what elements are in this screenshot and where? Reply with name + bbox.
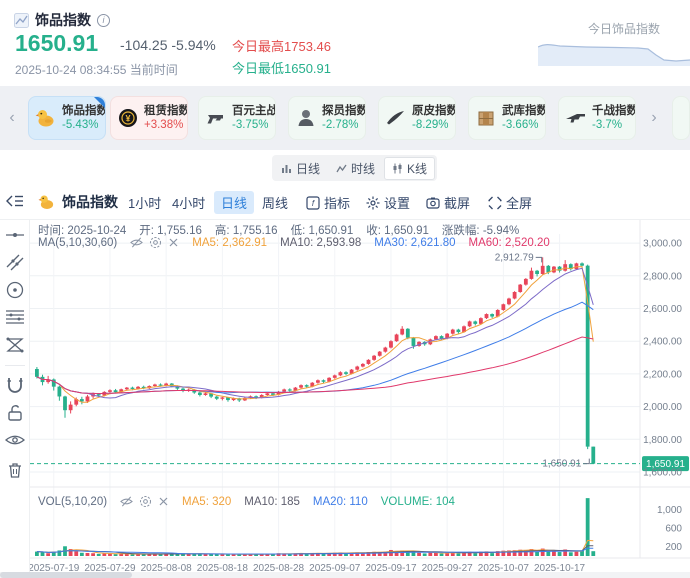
indicator-settings-icon[interactable]: [149, 236, 162, 249]
vol-indicator-name: VOL(5,10,20): [38, 495, 108, 508]
screenshot-button[interactable]: 截屏: [426, 193, 470, 212]
agent-icon: [298, 110, 314, 126]
svg-text:200: 200: [665, 542, 682, 553]
sparkline-label: 今日饰品指数: [588, 22, 661, 36]
svg-text:1,650.91: 1,650.91: [542, 459, 581, 470]
close-indicator-icon[interactable]: [168, 237, 179, 248]
svg-text:1,600.00: 1,600.00: [643, 468, 682, 479]
ma-legend: MA(5,10,30,60) MA5: 2,362.91 MA10: 2,593…: [38, 236, 550, 249]
selected-corner-badge: [94, 97, 105, 108]
info-icon[interactable]: i: [97, 13, 110, 27]
fullscreen-icon: [488, 196, 502, 209]
svg-text:2,200.00: 2,200.00: [643, 369, 682, 380]
chart-title: 饰品指数: [62, 194, 118, 210]
candlestick-icon: [393, 163, 402, 173]
horizontal-scrollbar-thumb[interactable]: [0, 572, 132, 578]
trend-line-tool-icon[interactable]: [5, 252, 25, 272]
svg-text:2,600.00: 2,600.00: [643, 304, 682, 315]
card-budget-rifle-index[interactable]: 百元主战 -3.75%: [198, 96, 276, 140]
tab-weekly[interactable]: 周线: [262, 193, 288, 212]
page-title: 饰品指数: [35, 12, 91, 28]
svg-text:2,000.00: 2,000.00: [643, 402, 682, 413]
view-kline-button[interactable]: K线: [384, 156, 436, 180]
card-decoration-index[interactable]: 饰品指数 -5.43%: [28, 96, 106, 140]
svg-text:2,400.00: 2,400.00: [643, 337, 682, 348]
circle-tool-icon[interactable]: [5, 280, 25, 300]
card-kilo-battle-index[interactable]: 千战指数 -3.7%: [558, 96, 636, 140]
fibonacci-tool-icon[interactable]: [5, 307, 25, 327]
candlestick-chart[interactable]: 1,650.91 3,000.00 2,800.00 2,600.00 2,400.00…: [30, 220, 690, 578]
collapse-sidebar-icon[interactable]: [6, 194, 24, 208]
view-hourly-button[interactable]: 时线: [329, 158, 382, 179]
bar-chart-icon: [282, 164, 291, 173]
card-pct: -5.43%: [62, 119, 99, 131]
card-rental-index[interactable]: ¥ 租赁指数 +3.38%: [110, 96, 188, 140]
svg-text:¥: ¥: [125, 114, 130, 124]
pistol-icon: [207, 115, 223, 124]
tab-1hour[interactable]: 1小时: [128, 193, 161, 212]
horizontal-scrollbar-track[interactable]: [0, 572, 690, 578]
close-indicator-icon[interactable]: [158, 496, 169, 507]
index-thumb-icon: [14, 12, 29, 28]
eye-off-icon[interactable]: [130, 236, 144, 249]
camera-icon: [426, 197, 440, 209]
rifle-icon: [566, 114, 585, 123]
view-daily-button[interactable]: 日线: [274, 158, 327, 179]
settings-button[interactable]: 设置: [366, 193, 410, 212]
today-high: 今日最高1753.46: [232, 39, 332, 54]
magnet-tool-icon[interactable]: [5, 375, 25, 395]
svg-text:1,800.00: 1,800.00: [643, 435, 682, 446]
svg-text:2,912.79: 2,912.79: [495, 252, 534, 263]
svg-text:1,000: 1,000: [657, 505, 682, 516]
svg-text:2,800.00: 2,800.00: [643, 271, 682, 282]
index-summary-panel: 饰品指数 i 1650.91 -104.25 -5.94% 2025-10-24…: [0, 0, 690, 86]
indicator-icon: f: [306, 195, 320, 210]
crate-icon: [478, 111, 494, 126]
toolbar-divider: [5, 365, 25, 366]
line-chart-icon: [336, 164, 347, 172]
knife-icon: [387, 111, 404, 125]
fullscreen-button[interactable]: 全屏: [488, 193, 532, 212]
tab-4hour[interactable]: 4小时: [172, 193, 205, 212]
chart-header: 饰品指数 1小时 4小时 日线 周线 f 指标 设置 截屏 全屏: [0, 184, 690, 220]
indicator-settings-icon[interactable]: [139, 495, 152, 508]
indicator-button[interactable]: f 指标: [306, 193, 350, 212]
svg-text:600: 600: [665, 524, 682, 535]
svg-text:3,000.00: 3,000.00: [643, 239, 682, 250]
current-index-value: 1650.91: [15, 30, 99, 56]
today-low: 今日最低1650.91: [232, 61, 332, 76]
chart-view-switch: 日线 时线 K线: [272, 155, 438, 181]
drawing-toolbar: [0, 220, 30, 578]
shape-tool-icon[interactable]: [5, 335, 25, 355]
duck-icon: [35, 110, 54, 127]
volume-legend: VOL(5,10,20) MA5: 320 MA10: 185 MA20: 11…: [38, 495, 455, 508]
lock-tool-icon[interactable]: [5, 403, 25, 423]
cards-scroll-left-icon[interactable]: ‹: [4, 104, 20, 132]
gear-icon: [366, 196, 380, 209]
card-vanilla-index[interactable]: 原皮指数 -8.29%: [378, 96, 456, 140]
duck-icon: [38, 195, 54, 209]
trash-tool-icon[interactable]: [5, 460, 25, 480]
ma-indicator-name: MA(5,10,30,60): [38, 236, 118, 249]
index-cards-row: ‹ 饰品指数 -5.43% ¥ 租赁指数 +3.38% 百元主战 -3.75%: [0, 90, 690, 146]
card-armory-index[interactable]: 武库指数 -3.66%: [468, 96, 546, 140]
today-index-sparkline: [538, 44, 690, 66]
kline-widget: 日线 时线 K线 饰品指数 1小时 4小时 日线 周线 f 指标 设置 截屏 全…: [0, 150, 690, 578]
visibility-tool-icon[interactable]: [5, 430, 25, 450]
current-datetime: 2025-10-24 08:34:55 当前时间: [15, 63, 178, 77]
index-change: -104.25 -5.94%: [120, 37, 216, 53]
rental-coin-icon: ¥: [119, 109, 137, 127]
cards-scroll-right-icon[interactable]: ›: [646, 104, 662, 132]
horizontal-line-tool-icon[interactable]: [5, 225, 25, 245]
eye-off-icon[interactable]: [120, 495, 133, 508]
card-partial: [672, 96, 690, 140]
svg-text:f: f: [312, 199, 315, 208]
card-agent-index[interactable]: 探员指数 -2.78%: [288, 96, 366, 140]
chart-region: 1,650.91 3,000.00 2,800.00 2,600.00 2,400.00…: [30, 220, 690, 578]
tab-daily[interactable]: 日线: [214, 191, 255, 214]
